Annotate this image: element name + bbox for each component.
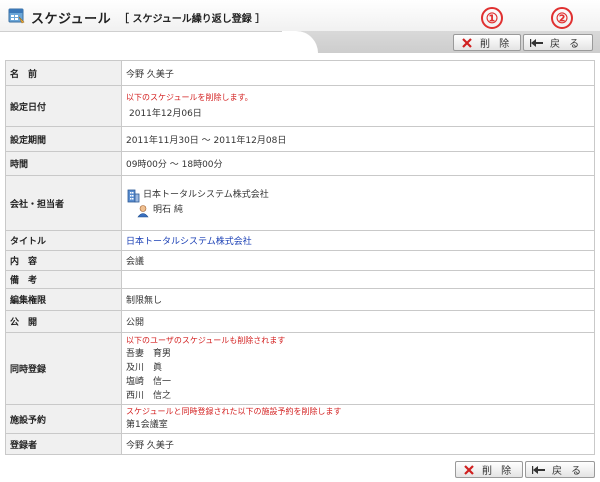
value-period: 2011年11月30日 ～ 2011年12月08日 xyxy=(121,126,595,152)
setdate-value: 2011年12月06日 xyxy=(129,108,202,119)
value-name: 今野 久美子 xyxy=(121,60,595,86)
table-row-content: 内 容 会議 xyxy=(5,250,595,271)
label-title: タイトル xyxy=(5,230,122,251)
delete-button-label: 削 除 xyxy=(480,39,513,50)
value-company: 日本トータルシステム株式会社 明石 純 xyxy=(121,175,595,231)
table-row-registrant: 登録者 今野 久美子 xyxy=(5,433,595,455)
delete-button-top[interactable]: 削 除 xyxy=(453,34,521,51)
page-subtitle: ［ スケジュール繰り返し登録 ］ xyxy=(119,14,266,25)
value-title: 日本トータルシステム株式会社 xyxy=(121,230,595,251)
page-header: スケジュール ［ スケジュール繰り返し登録 ］ xyxy=(0,0,600,32)
annotation-one: ① xyxy=(481,7,503,29)
back-button-label: 戻 る xyxy=(550,39,583,50)
table-row-name: 名 前 今野 久美子 xyxy=(5,60,595,86)
label-registrant: 登録者 xyxy=(5,433,122,455)
facility-value: 第1会議室 xyxy=(126,420,168,430)
company-name: 日本トータルシステム株式会社 xyxy=(143,190,269,200)
label-public: 公 開 xyxy=(5,310,122,333)
back-button-bottom[interactable]: 戻 る xyxy=(525,461,595,478)
label-edit: 編集権限 xyxy=(5,288,122,311)
label-facility: 施設予約 xyxy=(5,404,122,434)
company-entry: 日本トータルシステム株式会社 xyxy=(126,188,590,203)
label-period: 設定期間 xyxy=(5,126,122,152)
label-name: 名 前 xyxy=(5,60,122,86)
building-icon xyxy=(127,189,140,202)
table-row-setdate: 設定日付 以下のスケジュールを削除します。 2011年12月06日 xyxy=(5,85,595,127)
label-memo: 備 考 xyxy=(5,270,122,289)
facility-delete-note: スケジュールと同時登録された以下の施設予約を削除します xyxy=(126,407,342,416)
table-row-facility: 施設予約 スケジュールと同時登録された以下の施設予約を削除します 第1会議室 xyxy=(5,404,595,434)
simul-user: 吾妻 育男 xyxy=(126,348,172,359)
delete-x-icon xyxy=(462,463,476,477)
table-row-public: 公 開 公開 xyxy=(5,310,595,333)
setdate-delete-note: 以下のスケジュールを削除します。 xyxy=(126,92,253,102)
person-entry: 明石 純 xyxy=(126,203,590,218)
label-simul: 同時登録 xyxy=(5,332,122,405)
title-link[interactable]: 日本トータルシステム株式会社 xyxy=(126,237,252,247)
label-company: 会社・担当者 xyxy=(5,175,122,231)
back-arrow-icon xyxy=(530,36,544,50)
simul-delete-note: 以下のユーザのスケジュールも削除されます xyxy=(126,335,286,345)
annotation-two: ② xyxy=(551,7,573,29)
schedule-detail-table: 名 前 今野 久美子 設定日付 以下のスケジュールを削除します。 2011年12… xyxy=(5,60,595,455)
table-row-simul: 同時登録 以下のユーザのスケジュールも削除されます 吾妻 育男 及川 眞 塩崎 … xyxy=(5,332,595,405)
label-setdate: 設定日付 xyxy=(5,85,122,127)
label-time: 時間 xyxy=(5,151,122,176)
value-facility: スケジュールと同時登録された以下の施設予約を削除します 第1会議室 xyxy=(121,404,595,434)
back-button-top[interactable]: 戻 る xyxy=(523,34,593,51)
value-content: 会議 xyxy=(121,250,595,271)
back-button-label: 戻 る xyxy=(552,466,585,477)
value-simul: 以下のユーザのスケジュールも削除されます 吾妻 育男 及川 眞 塩崎 信一 西川… xyxy=(121,332,595,405)
page-title: スケジュール xyxy=(31,12,112,27)
simul-user: 西川 信之 xyxy=(126,390,172,401)
table-row-title: タイトル 日本トータルシステム株式会社 xyxy=(5,230,595,251)
person-icon xyxy=(137,204,149,217)
simul-user: 及川 眞 xyxy=(126,362,163,373)
table-row-period: 設定期間 2011年11月30日 ～ 2011年12月08日 xyxy=(5,126,595,152)
delete-button-bottom[interactable]: 削 除 xyxy=(455,461,523,478)
back-arrow-icon xyxy=(532,463,546,477)
table-row-time: 時間 09時00分 ～ 18時00分 xyxy=(5,151,595,176)
person-name: 明石 純 xyxy=(153,205,183,215)
label-content: 内 容 xyxy=(5,250,122,271)
table-row-edit: 編集権限 制限無し xyxy=(5,288,595,311)
value-public: 公開 xyxy=(121,310,595,333)
value-setdate: 以下のスケジュールを削除します。 2011年12月06日 xyxy=(121,85,595,127)
delete-x-icon xyxy=(460,36,474,50)
value-edit: 制限無し xyxy=(121,288,595,311)
simul-user: 塩崎 信一 xyxy=(126,376,172,387)
value-registrant: 今野 久美子 xyxy=(121,433,595,455)
value-memo xyxy=(121,270,595,289)
delete-button-label: 削 除 xyxy=(482,466,515,477)
value-time: 09時00分 ～ 18時00分 xyxy=(121,151,595,176)
table-row-company: 会社・担当者 日本トータルシステム株式会社 明石 純 xyxy=(5,175,595,231)
schedule-app-icon xyxy=(8,8,25,24)
table-row-memo: 備 考 xyxy=(5,270,595,289)
